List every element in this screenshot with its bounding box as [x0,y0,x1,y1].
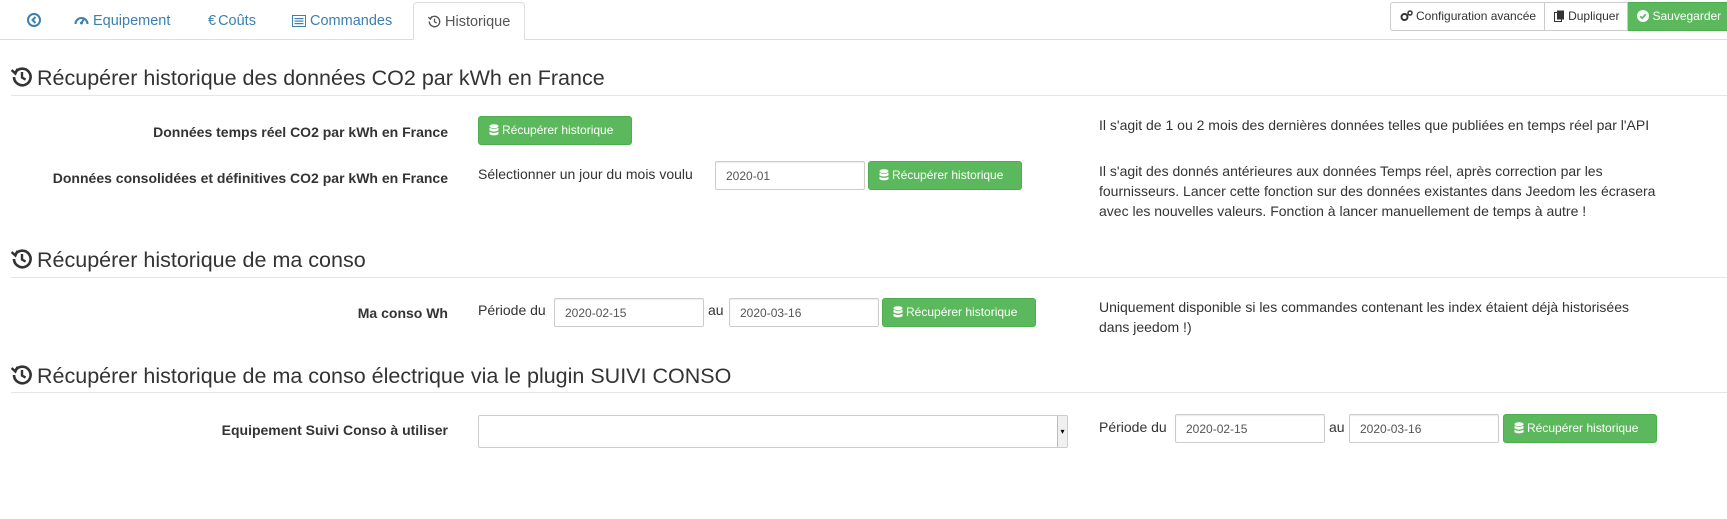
suivi-conso-equipment-label: Equipement Suivi Conso à utiliser [221,422,448,438]
cogs-icon [1400,9,1416,23]
save-button[interactable]: Sauvegarder [1628,2,1727,31]
section-divider [11,277,1727,278]
co2-month-prefix: Sélectionner un jour du mois voulu [478,166,693,182]
toolbar: Configuration avancée Dupliquer Sauvegar… [1390,2,1727,32]
history-icon [10,248,37,272]
co2-realtime-fetch-button[interactable]: Récupérer historique [478,116,632,145]
database-icon [489,123,502,137]
database-icon [879,168,892,182]
section-divider [11,392,1727,393]
tab-back[interactable] [27,0,45,40]
save-label: Sauvegarder [1652,9,1722,23]
euro-icon: € [208,13,217,29]
tabs-divider [0,39,1727,40]
circle-arrow-left-icon [27,0,41,42]
suivi-from-date-input[interactable] [1175,414,1325,443]
co2-consolidated-label: Données consolidées et définitives CO2 p… [52,170,448,186]
help-line: avec les nouvelles valeurs. Fonction à l… [1099,203,1587,219]
section-divider [11,95,1727,96]
check-circle-icon [1637,9,1652,23]
section-title-suivi-conso: Récupérer historique de ma conso électri… [10,364,732,389]
duplicate-label: Dupliquer [1568,9,1620,23]
tab-couts-label: Coûts [218,13,256,29]
history-icon [427,3,441,41]
history-icon [10,66,37,90]
section-title-co2: Récupérer historique des données CO2 par… [10,66,605,91]
co2-consolidated-fetch-label: Récupérer historique [892,168,1004,182]
section-title-conso: Récupérer historique de ma conso [10,248,366,273]
suivi-period-from-label: Période du [1099,419,1167,435]
section-title-co2-text: Récupérer historique des données CO2 par… [37,66,605,90]
advanced-config-label: Configuration avancée [1416,9,1537,23]
advanced-config-button[interactable]: Configuration avancée [1390,2,1546,31]
conso-fetch-label: Récupérer historique [906,305,1018,319]
help-line: Uniquement disponible si les commandes c… [1099,299,1629,315]
tab-commandes[interactable]: Commandes [292,0,392,40]
suivi-to-date-input[interactable] [1349,414,1499,443]
co2-realtime-label: Données temps réel CO2 par kWh en France [153,124,448,140]
tab-historique-label: Historique [445,14,511,30]
tab-commandes-label: Commandes [310,13,393,29]
database-icon [1514,421,1527,435]
tab-historique[interactable]: Historique [413,2,526,41]
tab-equipement[interactable]: Equipement [74,0,170,40]
section-title-conso-text: Récupérer historique de ma conso [37,248,366,272]
help-line: fournisseurs. Lancer cette fonction sur … [1099,183,1656,199]
database-icon [893,305,906,319]
conso-period-from-label: Période du [478,302,546,318]
help-line: Il s'agit des donnés antérieures aux don… [1099,163,1603,179]
co2-consolidated-fetch-button[interactable]: Récupérer historique [868,161,1022,190]
conso-help: Uniquement disponible si les commandes c… [1099,297,1629,337]
section-title-suivi-conso-text: Récupérer historique de ma conso électri… [37,364,732,388]
suivi-to-label: au [1329,419,1345,435]
co2-month-input[interactable] [715,161,865,190]
conso-fetch-button[interactable]: Récupérer historique [882,298,1036,327]
caret-down-icon[interactable]: ▾ [1057,416,1067,447]
history-icon [10,364,37,388]
tab-equipement-label: Equipement [93,13,171,29]
conso-from-date-input[interactable] [554,298,704,327]
conso-to-date-input[interactable] [729,298,879,327]
help-line: dans jeedom !) [1099,319,1192,335]
co2-realtime-fetch-label: Récupérer historique [502,123,614,137]
suivi-conso-equipment-select[interactable]: ▾ [478,415,1068,448]
duplicate-button[interactable]: Dupliquer [1545,2,1629,31]
copy-icon [1554,9,1568,23]
co2-consolidated-help: Il s'agit des donnés antérieures aux don… [1099,161,1655,221]
suivi-fetch-label: Récupérer historique [1527,421,1639,435]
suivi-fetch-button[interactable]: Récupérer historique [1503,414,1657,443]
co2-realtime-help: Il s'agit de 1 ou 2 mois des dernières d… [1099,117,1650,133]
conso-wh-label: Ma conso Wh [357,305,448,321]
tachometer-icon [74,0,89,42]
conso-to-label: au [708,302,724,318]
tab-couts[interactable]: € Coûts [208,0,256,40]
list-alt-icon [292,0,306,42]
